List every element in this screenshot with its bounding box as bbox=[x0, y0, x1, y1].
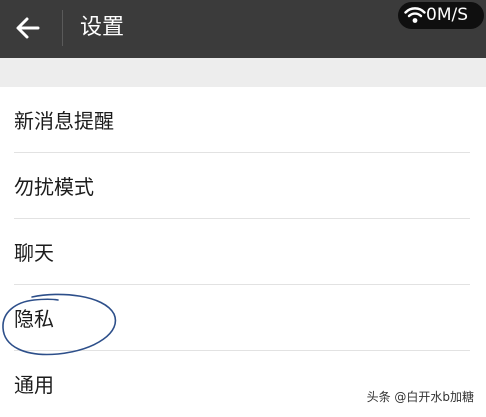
watermark: 头条 @白开水b加糖 bbox=[366, 390, 474, 404]
settings-list: 新消息提醒 勿扰模式 聊天 隐私 通用 bbox=[0, 87, 486, 417]
settings-item-label: 隐私 bbox=[14, 307, 54, 331]
network-speed-text: 0M/S bbox=[426, 5, 469, 25]
settings-item-label: 勿扰模式 bbox=[14, 175, 94, 199]
wifi-icon bbox=[404, 7, 426, 23]
settings-item-label: 新消息提醒 bbox=[14, 109, 114, 133]
settings-item-label: 通用 bbox=[14, 373, 54, 397]
settings-item-do-not-disturb[interactable]: 勿扰模式 bbox=[0, 153, 486, 219]
settings-item-chat[interactable]: 聊天 bbox=[0, 219, 486, 285]
section-spacer bbox=[0, 58, 486, 87]
title-bar: 设置 0M/S bbox=[0, 0, 486, 58]
settings-item-label: 聊天 bbox=[14, 241, 54, 265]
page-title: 设置 bbox=[80, 15, 125, 40]
settings-item-general[interactable]: 通用 bbox=[0, 351, 486, 417]
settings-item-privacy[interactable]: 隐私 bbox=[0, 285, 486, 351]
title-divider bbox=[62, 10, 63, 46]
arrow-left-icon bbox=[16, 17, 40, 39]
settings-item-new-message-alerts[interactable]: 新消息提醒 bbox=[0, 87, 486, 153]
network-speed-indicator: 0M/S bbox=[398, 2, 484, 29]
back-button[interactable] bbox=[10, 10, 46, 46]
